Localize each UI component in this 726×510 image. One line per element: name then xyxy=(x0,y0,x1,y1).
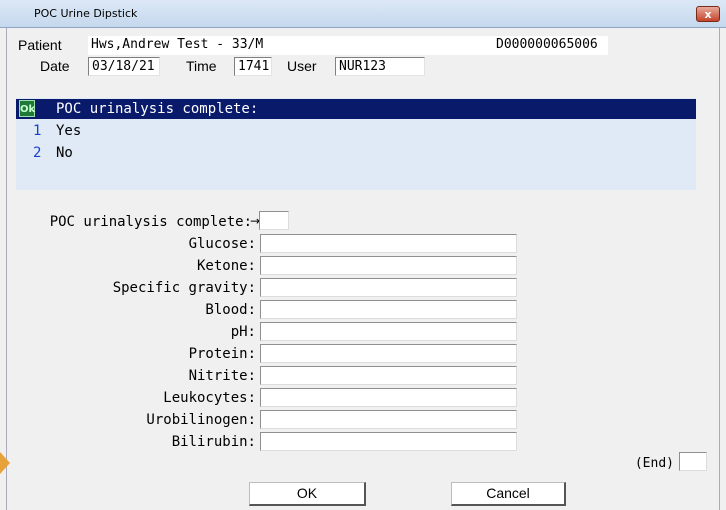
close-icon: x xyxy=(704,8,712,21)
patient-label: Patient xyxy=(18,37,62,53)
nitrite-label: Nitrite: xyxy=(188,368,256,384)
ketone-input[interactable] xyxy=(260,256,517,275)
end-input[interactable] xyxy=(679,452,707,471)
ph-input[interactable] xyxy=(260,322,517,341)
date-field[interactable]: 03/18/21 xyxy=(88,57,160,76)
date-label: Date xyxy=(40,58,70,74)
option-yes[interactable]: Yes xyxy=(56,123,81,139)
window-title: POC Urine Dipstick xyxy=(34,7,138,20)
cancel-button[interactable]: Cancel xyxy=(451,482,566,506)
protein-input[interactable] xyxy=(260,344,517,363)
close-button[interactable]: x xyxy=(696,6,720,22)
specific-gravity-input[interactable] xyxy=(260,278,517,297)
glucose-label: Glucose: xyxy=(188,236,256,252)
account-number: D000000065006 xyxy=(496,37,598,52)
ok-badge-icon: Ok xyxy=(19,100,35,117)
patient-name: Hws,Andrew Test - 33/M xyxy=(91,37,264,52)
specific-gravity-label: Specific gravity: xyxy=(112,280,256,296)
ok-button[interactable]: OK xyxy=(249,482,366,506)
time-field[interactable]: 1741 xyxy=(234,57,272,76)
leukocytes-label: Leukocytes: xyxy=(163,390,256,406)
glucose-input[interactable] xyxy=(260,234,517,253)
user-field[interactable]: NUR123 xyxy=(335,57,425,76)
poc-complete-label: POC urinalysis complete: xyxy=(49,214,252,230)
prompt-question: POC urinalysis complete: xyxy=(56,101,259,117)
ph-label: pH: xyxy=(230,324,256,340)
nitrite-input[interactable] xyxy=(260,366,517,385)
patient-field: Hws,Andrew Test - 33/M D000000065006 xyxy=(88,36,608,55)
time-label: Time xyxy=(186,58,217,74)
protein-label: Protein: xyxy=(188,346,256,362)
urobilinogen-label: Urobilinogen: xyxy=(146,412,256,428)
blood-input[interactable] xyxy=(260,300,517,319)
option-no[interactable]: No xyxy=(56,145,73,161)
pointer-arrow-icon xyxy=(0,452,10,474)
leukocytes-input[interactable] xyxy=(260,388,517,407)
bilirubin-input[interactable] xyxy=(260,432,517,451)
option-number[interactable]: 2 xyxy=(33,145,41,161)
user-label: User xyxy=(287,58,317,74)
prompt-selected-row[interactable]: Ok POC urinalysis complete: xyxy=(16,99,696,119)
prompt-panel: Ok POC urinalysis complete: 1 Yes 2 No xyxy=(16,98,696,190)
bilirubin-label: Bilirubin: xyxy=(171,434,256,450)
ketone-label: Ketone: xyxy=(196,258,256,274)
end-label: (End) xyxy=(634,456,674,471)
urobilinogen-input[interactable] xyxy=(260,410,517,429)
title-bar: POC Urine Dipstick x xyxy=(0,0,726,28)
blood-label: Blood: xyxy=(205,302,256,318)
poc-complete-input[interactable] xyxy=(259,211,289,230)
option-number[interactable]: 1 xyxy=(33,123,41,139)
